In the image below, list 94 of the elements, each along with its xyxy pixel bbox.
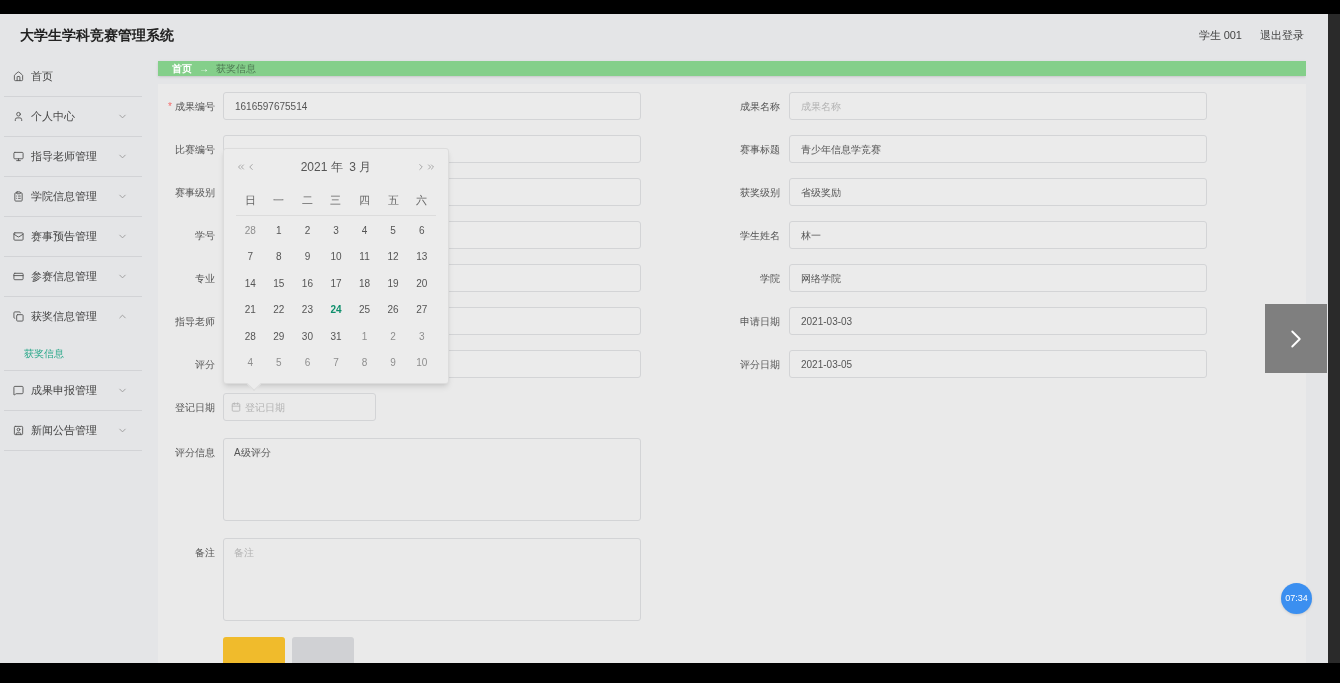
field-label: 备注 xyxy=(195,547,215,558)
calendar-day[interactable]: 23 xyxy=(293,302,322,318)
user-icon xyxy=(13,111,24,122)
field-label: 成果名称 xyxy=(740,100,780,112)
mail-icon xyxy=(13,231,24,242)
calendar-day[interactable]: 5 xyxy=(378,222,408,238)
sidebar-item[interactable]: 个人中心 xyxy=(4,97,142,136)
calendar-day[interactable]: 30 xyxy=(293,328,322,344)
month-title: 2021 年 3 月 xyxy=(300,159,372,176)
next-slide-button[interactable] xyxy=(1265,304,1327,373)
calendar-day[interactable]: 13 xyxy=(407,249,436,265)
sidebar-item[interactable]: 指导老师管理 xyxy=(4,137,142,176)
input-field[interactable]: 省级奖励 xyxy=(789,178,1207,206)
field-label: 赛事级别 xyxy=(175,186,215,198)
cancel-button[interactable] xyxy=(292,637,354,663)
weekday-label: 一 xyxy=(272,192,286,208)
calendar-day[interactable]: 8 xyxy=(264,249,294,265)
calendar-day[interactable]: 20 xyxy=(407,275,436,291)
calendar-day[interactable]: 9 xyxy=(293,249,322,265)
calendar-day[interactable]: 1 xyxy=(264,222,294,238)
chat-icon xyxy=(13,385,24,396)
weekday-label: 日 xyxy=(243,192,257,208)
field-label: 比赛编号 xyxy=(175,143,215,155)
submit-button[interactable] xyxy=(223,637,285,663)
double-right-icon[interactable] xyxy=(426,162,436,172)
weekday-label: 二 xyxy=(300,192,314,208)
sidebar-item[interactable]: 新闻公告管理 xyxy=(4,411,142,450)
person-icon xyxy=(13,425,24,436)
calendar-day[interactable]: 10 xyxy=(321,249,351,265)
calendar-day[interactable]: 21 xyxy=(236,302,265,318)
calendar-day[interactable]: 16 xyxy=(293,275,322,291)
calendar-day[interactable]: 26 xyxy=(378,302,408,318)
calendar-day[interactable]: 12 xyxy=(378,249,408,265)
field-label: 评分信息 xyxy=(175,447,215,458)
sidebar-item[interactable]: 首页 xyxy=(4,57,142,96)
calendar-day[interactable]: 3 xyxy=(321,222,351,238)
card-icon xyxy=(13,271,24,282)
calendar-day[interactable]: 31 xyxy=(321,328,351,344)
weekday-label: 三 xyxy=(329,192,343,208)
right-chevron-icon[interactable] xyxy=(416,162,426,172)
user-name: 学生 001 xyxy=(1198,28,1242,44)
field-label: 专业 xyxy=(195,272,215,284)
field-label: 学生姓名 xyxy=(740,229,780,241)
input-field[interactable]: 林一 xyxy=(789,221,1207,249)
field-label: * 成果编号 xyxy=(168,100,215,112)
calendar-day[interactable]: 17 xyxy=(321,275,351,291)
logout-link[interactable]: 退出登录 xyxy=(1260,27,1304,44)
sidebar-item[interactable]: 学院信息管理 xyxy=(4,177,142,216)
calendar-day[interactable]: 15 xyxy=(264,275,294,291)
field-label: 学号 xyxy=(195,229,215,241)
calendar-day[interactable]: 7 xyxy=(236,249,265,265)
calendar-day[interactable]: 11 xyxy=(350,249,379,265)
calendar-day[interactable]: 29 xyxy=(264,328,294,344)
calendar-day[interactable]: 24 xyxy=(321,302,351,318)
monitor-icon xyxy=(13,151,24,162)
field-label: 赛事标题 xyxy=(740,143,780,155)
text-area[interactable]: A级评分 xyxy=(223,438,641,521)
copy-icon xyxy=(13,311,24,322)
weekday-label: 五 xyxy=(386,192,400,208)
field-label: 获奖级别 xyxy=(740,186,780,198)
input-field[interactable]: 1616597675514 xyxy=(223,92,641,120)
weekday-label: 四 xyxy=(358,192,372,208)
calendar-day[interactable]: 25 xyxy=(350,302,379,318)
calendar-day[interactable]: 14 xyxy=(236,275,265,291)
left-chevron-icon[interactable] xyxy=(246,162,256,172)
calendar-day[interactable]: 4 xyxy=(350,222,379,238)
breadcrumb-separator: → xyxy=(199,62,209,76)
field-label: 评分 xyxy=(195,358,215,370)
field-label: 申请日期 xyxy=(740,315,780,327)
field-label: 评分日期 xyxy=(740,358,780,370)
sidebar-item[interactable]: 参赛信息管理 xyxy=(4,257,142,296)
input-field[interactable]: 青少年信息学竞赛 xyxy=(789,135,1207,163)
home-icon xyxy=(13,71,24,82)
calendar-day[interactable]: 2 xyxy=(293,222,322,238)
field-label: 学院 xyxy=(760,272,780,284)
calendar-day[interactable]: 28 xyxy=(236,328,265,344)
calendar-day[interactable]: 27 xyxy=(407,302,436,318)
sidebar-item[interactable]: 赛事预告管理 xyxy=(4,217,142,256)
calendar-day[interactable]: 22 xyxy=(264,302,294,318)
field-label: 登记日期 xyxy=(175,401,215,413)
calendar-day[interactable]: 19 xyxy=(378,275,408,291)
calendar-icon xyxy=(231,402,241,412)
sidebar-item[interactable]: 获奖信息管理 xyxy=(4,297,142,336)
field-label: 指导老师 xyxy=(175,315,215,327)
clipboard-icon xyxy=(13,191,24,202)
input-field[interactable]: 2021-03-03 xyxy=(789,307,1207,335)
calendar-day[interactable]: 6 xyxy=(407,222,436,238)
weekday-label: 六 xyxy=(415,192,429,208)
input-field[interactable]: 2021-03-05 xyxy=(789,350,1207,378)
app-title: 大学生学科竞赛管理系统 xyxy=(20,26,175,45)
input-field[interactable]: 网络学院 xyxy=(789,264,1207,292)
calendar-day[interactable]: 18 xyxy=(350,275,379,291)
double-left-icon[interactable] xyxy=(236,162,246,172)
sidebar-item[interactable]: 成果申报管理 xyxy=(4,371,142,410)
